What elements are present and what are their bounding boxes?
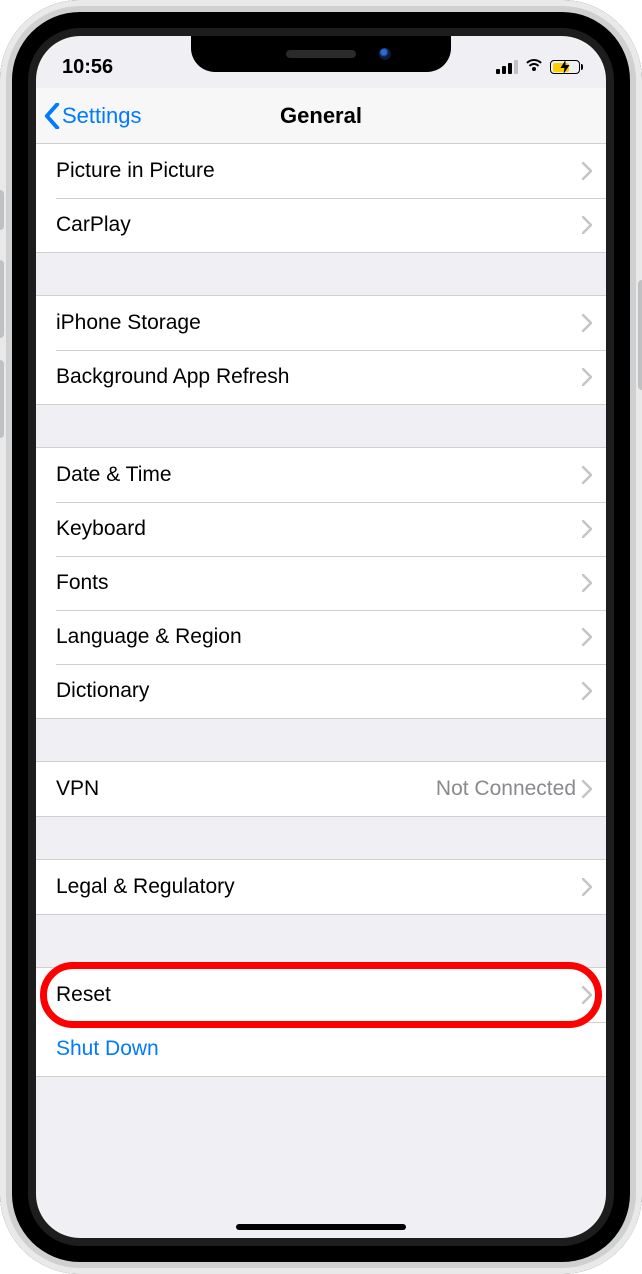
chevron-left-icon [44, 103, 60, 129]
front-camera [379, 48, 391, 60]
chevron-right-icon [582, 162, 592, 180]
volume-up-button [0, 260, 4, 338]
chevron-right-icon [582, 780, 592, 798]
back-button[interactable]: Settings [44, 88, 142, 143]
row-detail: Not Connected [436, 777, 576, 801]
chevron-right-icon [582, 986, 592, 1004]
group-spacer [36, 915, 606, 967]
row-label: Fonts [56, 571, 582, 595]
group-spacer [36, 719, 606, 761]
settings-group: Picture in Picture CarPlay [36, 144, 606, 253]
row-label: Reset [56, 983, 582, 1007]
row-label: CarPlay [56, 213, 582, 237]
settings-row-carplay[interactable]: CarPlay [36, 198, 606, 252]
earpiece-speaker [286, 50, 356, 58]
chevron-right-icon [582, 878, 592, 896]
row-label: VPN [56, 777, 436, 801]
chevron-right-icon [582, 574, 592, 592]
settings-group: VPNNot Connected [36, 761, 606, 817]
row-label: Shut Down [56, 1037, 592, 1061]
chevron-right-icon [582, 682, 592, 700]
settings-row-datetime[interactable]: Date & Time [36, 448, 606, 502]
row-label: Language & Region [56, 625, 582, 649]
volume-down-button [0, 360, 4, 438]
status-right [496, 59, 580, 75]
row-label: Legal & Regulatory [56, 875, 582, 899]
settings-row-keyboard[interactable]: Keyboard [36, 502, 606, 556]
device-frame: 10:56 Settings General Picture in Pictur… [0, 0, 642, 1274]
side-button [638, 280, 642, 390]
settings-row-bgapp[interactable]: Background App Refresh [36, 350, 606, 404]
mute-switch [0, 190, 4, 230]
nav-title: General [280, 103, 362, 129]
settings-group: Date & Time Keyboard Fonts Language & Regio… [36, 447, 606, 719]
chevron-right-icon [582, 368, 592, 386]
chevron-right-icon [582, 314, 592, 332]
settings-row-dict[interactable]: Dictionary [36, 664, 606, 718]
group-spacer [36, 1077, 606, 1107]
wifi-icon [524, 59, 544, 75]
settings-row-lang[interactable]: Language & Region [36, 610, 606, 664]
settings-row-pip[interactable]: Picture in Picture [36, 144, 606, 198]
group-spacer [36, 253, 606, 295]
row-label: Dictionary [56, 679, 582, 703]
settings-list[interactable]: Picture in Picture CarPlay iPhone Storage B… [36, 144, 606, 1238]
group-spacer [36, 405, 606, 447]
status-time: 10:56 [62, 56, 113, 79]
battery-icon [550, 60, 580, 74]
chevron-right-icon [582, 466, 592, 484]
chevron-right-icon [582, 216, 592, 234]
charging-bolt-icon [561, 60, 570, 74]
home-indicator[interactable] [236, 1224, 406, 1230]
group-spacer [36, 817, 606, 859]
screen: 10:56 Settings General Picture in Pictur… [36, 36, 606, 1238]
back-label: Settings [62, 103, 142, 129]
nav-bar: Settings General [36, 88, 606, 144]
cellular-signal-icon [496, 60, 518, 74]
row-label: Keyboard [56, 517, 582, 541]
settings-row-reset[interactable]: Reset [36, 968, 606, 1022]
chevron-right-icon [582, 520, 592, 538]
settings-row-fonts[interactable]: Fonts [36, 556, 606, 610]
row-label: iPhone Storage [56, 311, 582, 335]
notch [191, 36, 451, 72]
row-label: Picture in Picture [56, 159, 582, 183]
row-label: Background App Refresh [56, 365, 582, 389]
settings-row-shutdown[interactable]: Shut Down [36, 1022, 606, 1076]
settings-group: Legal & Regulatory [36, 859, 606, 915]
settings-row-legal[interactable]: Legal & Regulatory [36, 860, 606, 914]
chevron-right-icon [582, 628, 592, 646]
settings-group: Reset Shut Down [36, 967, 606, 1077]
settings-row-storage[interactable]: iPhone Storage [36, 296, 606, 350]
row-label: Date & Time [56, 463, 582, 487]
settings-group: iPhone Storage Background App Refresh [36, 295, 606, 405]
settings-row-vpn[interactable]: VPNNot Connected [36, 762, 606, 816]
